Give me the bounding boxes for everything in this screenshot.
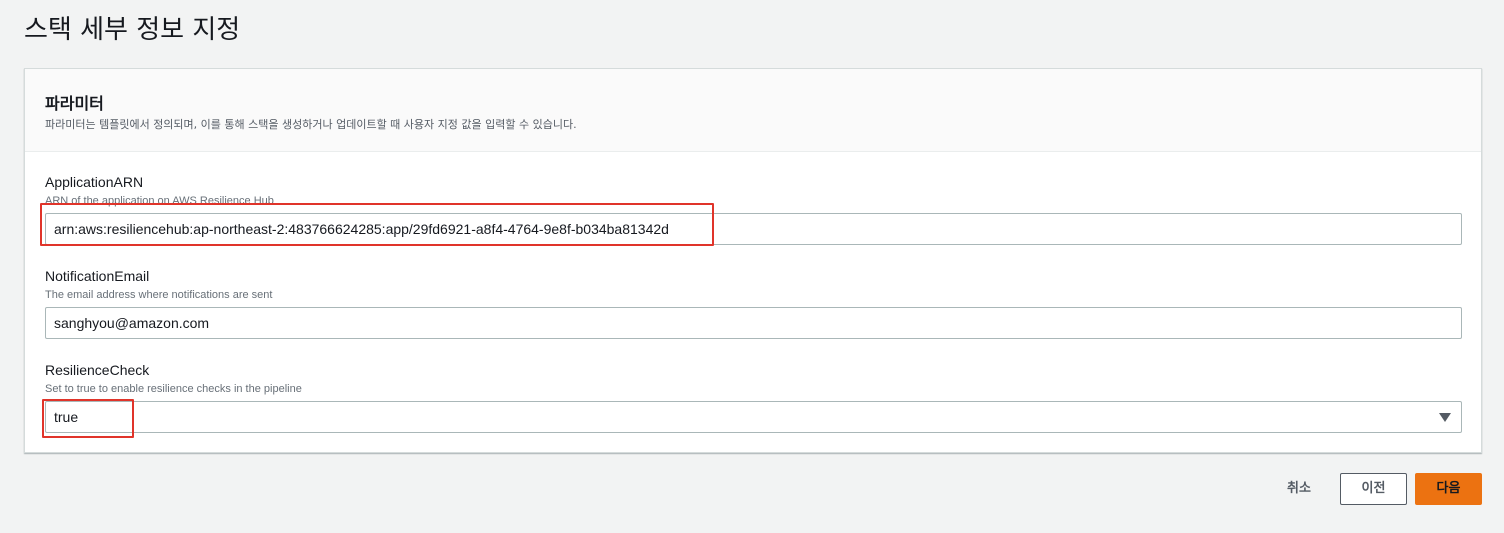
next-button[interactable]: 다음 [1415, 473, 1482, 505]
page-title: 스택 세부 정보 지정 [24, 15, 241, 45]
resilience-check-label: ResilienceCheck [45, 362, 150, 378]
previous-button[interactable]: 이전 [1340, 473, 1407, 505]
application-arn-description: ARN of the application on AWS Resilience… [45, 195, 274, 207]
resilience-check-value: true [54, 409, 79, 425]
parameters-panel: 파라미터 파라미터는 템플릿에서 정의되며, 이를 통해 스택을 생성하거나 업… [24, 68, 1482, 453]
notification-email-description: The email address where notifications ar… [45, 289, 273, 301]
resilience-check-select[interactable]: true [45, 401, 1462, 433]
parameters-title: 파라미터 [45, 94, 104, 113]
cancel-button[interactable]: 취소 [1276, 473, 1322, 505]
notification-email-input[interactable]: sanghyou@amazon.com [45, 307, 1462, 339]
resilience-check-description: Set to true to enable resilience checks … [45, 383, 302, 395]
parameters-panel-header: 파라미터 파라미터는 템플릿에서 정의되며, 이를 통해 스택을 생성하거나 업… [25, 69, 1481, 152]
notification-email-label: NotificationEmail [45, 268, 150, 284]
application-arn-label: ApplicationARN [45, 174, 144, 190]
application-arn-input[interactable]: arn:aws:resiliencehub:ap-northeast-2:483… [45, 213, 1462, 245]
caret-down-icon [1439, 413, 1451, 422]
parameters-description: 파라미터는 템플릿에서 정의되며, 이를 통해 스택을 생성하거나 업데이트할 … [45, 118, 577, 131]
